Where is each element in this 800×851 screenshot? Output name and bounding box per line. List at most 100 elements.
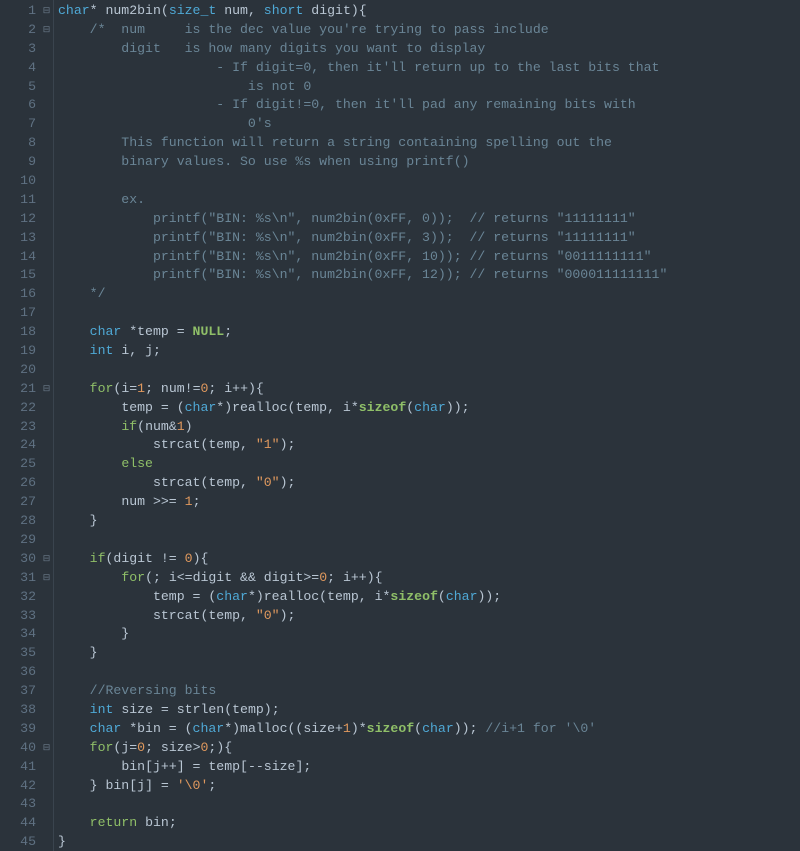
code-token: ); xyxy=(280,475,296,490)
code-line[interactable]: char *bin = (char*)malloc((size+1)*sizeo… xyxy=(58,720,800,739)
code-line[interactable]: char *temp = NULL; xyxy=(58,323,800,342)
code-line[interactable]: This function will return a string conta… xyxy=(58,134,800,153)
code-token: digit xyxy=(311,3,351,18)
code-token: [ xyxy=(145,759,153,774)
code-token: = ( xyxy=(185,589,217,604)
code-token: /* num is the dec value you're trying to… xyxy=(58,22,549,37)
line-number: 31 xyxy=(0,569,36,588)
code-line[interactable] xyxy=(58,172,800,191)
code-line[interactable]: } xyxy=(58,833,800,851)
code-line[interactable]: printf("BIN: %s\n", num2bin(0xFF, 3)); /… xyxy=(58,229,800,248)
code-line[interactable]: int i, j; xyxy=(58,342,800,361)
code-token: ; xyxy=(208,778,216,793)
code-token: '\0' xyxy=(177,778,209,793)
code-line[interactable]: digit is how many digits you want to dis… xyxy=(58,40,800,59)
code-token: [ xyxy=(129,778,137,793)
code-token: = xyxy=(169,324,193,339)
code-line[interactable]: printf("BIN: %s\n", num2bin(0xFF, 10)); … xyxy=(58,248,800,267)
code-token: if xyxy=(90,551,106,566)
code-token: i xyxy=(343,570,351,585)
code-line[interactable] xyxy=(58,795,800,814)
code-line[interactable]: - If digit!=0, then it'll pad any remain… xyxy=(58,96,800,115)
code-token xyxy=(58,475,153,490)
code-line[interactable] xyxy=(58,663,800,682)
code-line[interactable]: } xyxy=(58,512,800,531)
code-line[interactable]: num >>= 1; xyxy=(58,493,800,512)
line-number: 24 xyxy=(0,436,36,455)
code-line[interactable]: //Reversing bits xyxy=(58,682,800,701)
code-line[interactable]: for(j=0; size>0;){ xyxy=(58,739,800,758)
line-number: 37 xyxy=(0,682,36,701)
code-line[interactable]: is not 0 xyxy=(58,78,800,97)
fold-marker[interactable]: ⊟ xyxy=(40,739,53,758)
fold-marker[interactable]: ⊟ xyxy=(40,380,53,399)
fold-gutter[interactable]: ⊟⊟⊟⊟⊟⊟ xyxy=(40,0,54,851)
code-token: if xyxy=(121,419,137,434)
code-token: return xyxy=(90,815,137,830)
code-line[interactable]: return bin; xyxy=(58,814,800,833)
code-token: This function will return a string conta… xyxy=(58,135,612,150)
fold-marker xyxy=(40,625,53,644)
code-line[interactable]: if(num&1) xyxy=(58,418,800,437)
code-token: ; xyxy=(153,343,161,358)
code-area[interactable]: char* num2bin(size_t num, short digit){ … xyxy=(58,0,800,851)
line-number: 25 xyxy=(0,455,36,474)
code-line[interactable]: char* num2bin(size_t num, short digit){ xyxy=(58,2,800,21)
code-line[interactable]: ex. xyxy=(58,191,800,210)
code-line[interactable]: } xyxy=(58,644,800,663)
code-line[interactable]: temp = (char*)realloc(temp, i*sizeof(cha… xyxy=(58,588,800,607)
code-line[interactable]: */ xyxy=(58,285,800,304)
code-token: <= xyxy=(177,570,193,585)
code-line[interactable]: printf("BIN: %s\n", num2bin(0xFF, 0)); /… xyxy=(58,210,800,229)
fold-marker xyxy=(40,153,53,172)
code-line[interactable]: if(digit != 0){ xyxy=(58,550,800,569)
fold-marker[interactable]: ⊟ xyxy=(40,2,53,21)
code-line[interactable]: bin[j++] = temp[--size]; xyxy=(58,758,800,777)
fold-marker[interactable]: ⊟ xyxy=(40,569,53,588)
code-token: strcat xyxy=(153,608,200,623)
fold-marker xyxy=(40,682,53,701)
code-line[interactable] xyxy=(58,361,800,380)
code-line[interactable]: strcat(temp, "0"); xyxy=(58,474,800,493)
code-line[interactable]: strcat(temp, "0"); xyxy=(58,607,800,626)
code-line[interactable]: printf("BIN: %s\n", num2bin(0xFF, 12)); … xyxy=(58,266,800,285)
code-line[interactable]: binary values. So use %s when using prin… xyxy=(58,153,800,172)
code-token: = ( xyxy=(161,721,193,736)
fold-marker xyxy=(40,59,53,78)
code-token: num xyxy=(121,494,145,509)
code-token: ] = xyxy=(145,778,177,793)
code-line[interactable]: for(i=1; num!=0; i++){ xyxy=(58,380,800,399)
code-line[interactable]: 0's xyxy=(58,115,800,134)
code-line[interactable]: } bin[j] = '\0'; xyxy=(58,777,800,796)
code-line[interactable]: for(; i<=digit && digit>=0; i++){ xyxy=(58,569,800,588)
fold-marker[interactable]: ⊟ xyxy=(40,21,53,40)
code-line[interactable]: temp = (char*)realloc(temp, i*sizeof(cha… xyxy=(58,399,800,418)
code-token: , xyxy=(129,343,145,358)
code-token: ; xyxy=(224,324,232,339)
code-line[interactable]: } xyxy=(58,625,800,644)
code-line[interactable]: strcat(temp, "1"); xyxy=(58,436,800,455)
code-token: 0 xyxy=(137,740,145,755)
code-token: NULL xyxy=(193,324,225,339)
fold-marker[interactable]: ⊟ xyxy=(40,550,53,569)
code-token: ; xyxy=(193,494,201,509)
fold-marker xyxy=(40,474,53,493)
fold-marker xyxy=(40,342,53,361)
code-line[interactable]: - If digit=0, then it'll return up to th… xyxy=(58,59,800,78)
code-token: ; xyxy=(208,381,224,396)
code-line[interactable] xyxy=(58,304,800,323)
code-editor[interactable]: 1234567891011121314151617181920212223242… xyxy=(0,0,800,851)
code-line[interactable]: /* num is the dec value you're trying to… xyxy=(58,21,800,40)
code-line[interactable]: int size = strlen(temp); xyxy=(58,701,800,720)
line-number: 26 xyxy=(0,474,36,493)
fold-marker xyxy=(40,78,53,97)
code-line[interactable] xyxy=(58,531,800,550)
code-token: size xyxy=(264,759,296,774)
line-number: 6 xyxy=(0,96,36,115)
code-token xyxy=(58,702,90,717)
code-line[interactable]: else xyxy=(58,455,800,474)
line-number: 33 xyxy=(0,607,36,626)
line-number: 38 xyxy=(0,701,36,720)
code-token: char xyxy=(414,400,446,415)
code-token: 0 xyxy=(319,570,327,585)
